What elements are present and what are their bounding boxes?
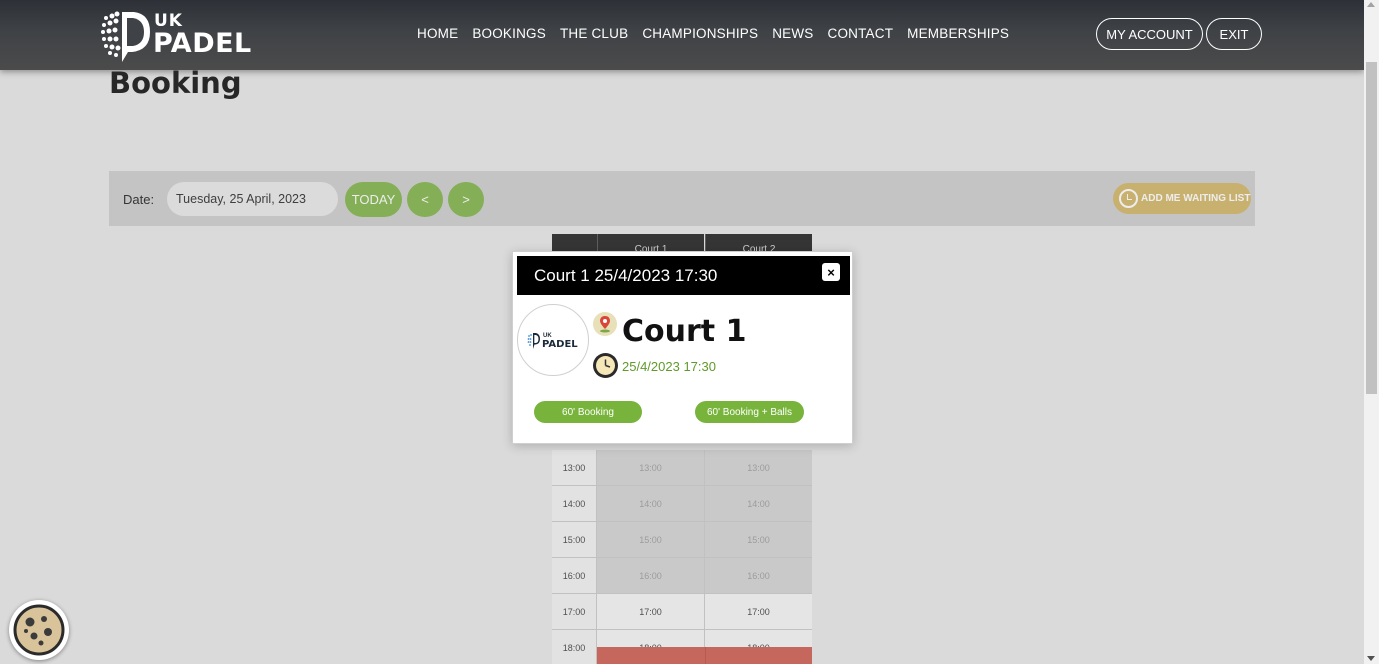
- nav-the-club[interactable]: THE CLUB: [560, 26, 628, 41]
- scrollbar-thumb[interactable]: [1366, 62, 1377, 394]
- club-logo: UK PADEL: [517, 304, 589, 376]
- slot-cell-available[interactable]: 17:00: [705, 594, 812, 630]
- booking-modal: Court 1 25/4/2023 17:30 × UK PADEL Court…: [512, 251, 853, 444]
- booked-slot-court-2: [705, 647, 812, 664]
- logo-padel-text: PADEL: [153, 28, 252, 59]
- today-button[interactable]: TODAY: [345, 182, 402, 217]
- time-cell: 15:00: [552, 522, 597, 558]
- nav-contact[interactable]: CONTACT: [828, 26, 894, 41]
- scroll-up-icon[interactable]: [1367, 2, 1375, 7]
- slot-cell-available[interactable]: 17:00: [597, 594, 705, 630]
- nav-bookings[interactable]: BOOKINGS: [472, 26, 546, 41]
- time-cell: 17:00: [552, 594, 597, 630]
- booking-60-balls-button[interactable]: 60' Booking + Balls: [695, 401, 804, 423]
- modal-title: Court 1 25/4/2023 17:30: [534, 265, 718, 285]
- table-row: 14:00 14:00 14:00: [552, 486, 812, 522]
- nav-memberships[interactable]: MEMBERSHIPS: [907, 26, 1009, 41]
- uk-padel-logo[interactable]: UK PADEL: [100, 8, 260, 64]
- close-icon[interactable]: ×: [822, 263, 840, 281]
- table-row: 17:00 17:00 17:00: [552, 594, 812, 630]
- table-row: 13:00 13:00 13:00: [552, 450, 812, 486]
- slot-cell: 13:00: [597, 450, 705, 486]
- slot-cell: 14:00: [597, 486, 705, 522]
- clock-icon: [593, 353, 618, 378]
- table-row: 15:00 15:00 15:00: [552, 522, 812, 558]
- padel-logo-mark-icon: [101, 11, 150, 62]
- club-logo-padel-text: PADEL: [542, 339, 578, 350]
- slot-cell: 16:00: [705, 558, 812, 594]
- page-title: Booking: [109, 66, 242, 100]
- booked-slot-court-1: [597, 647, 705, 664]
- date-label: Date:: [123, 192, 155, 207]
- nav-home[interactable]: HOME: [417, 26, 458, 41]
- nav-news[interactable]: NEWS: [772, 26, 813, 41]
- clock-icon: [1119, 189, 1138, 208]
- time-cell: 16:00: [552, 558, 597, 594]
- next-day-button[interactable]: >: [448, 182, 484, 217]
- slot-cell: 16:00: [597, 558, 705, 594]
- waiting-list-label: ADD ME WAITING LIST: [1141, 193, 1251, 204]
- padel-logo-mark-icon: [527, 333, 540, 349]
- main-nav: HOME BOOKINGS THE CLUB CHAMPIONSHIPS NEW…: [417, 26, 1009, 41]
- time-cell: 14:00: [552, 486, 597, 522]
- cookie-settings-button[interactable]: [9, 600, 69, 660]
- site-header: UK PADEL HOME BOOKINGS THE CLUB CHAMPION…: [0, 0, 1364, 70]
- scroll-down-icon[interactable]: [1367, 656, 1375, 661]
- booking-toolbar: Date: TODAY < > ADD ME WAITING LIST: [109, 171, 1255, 226]
- page-scrollbar[interactable]: [1364, 0, 1379, 664]
- exit-button[interactable]: EXIT: [1206, 18, 1262, 50]
- modal-header: Court 1 25/4/2023 17:30: [517, 256, 850, 295]
- court-name: Court 1: [622, 314, 747, 349]
- my-account-button[interactable]: MY ACCOUNT: [1096, 18, 1203, 50]
- add-me-waiting-list-button[interactable]: ADD ME WAITING LIST: [1113, 183, 1251, 214]
- location-pin-icon: [593, 312, 617, 336]
- time-cell: 18:00: [552, 630, 597, 664]
- slot-cell: 13:00: [705, 450, 812, 486]
- booking-60-button[interactable]: 60' Booking: [534, 401, 642, 423]
- cookie-icon: [13, 604, 65, 656]
- nav-championships[interactable]: CHAMPIONSHIPS: [642, 26, 758, 41]
- previous-day-button[interactable]: <: [407, 182, 443, 217]
- slot-cell: 15:00: [705, 522, 812, 558]
- court-datetime: 25/4/2023 17:30: [622, 359, 716, 374]
- slot-cell: 15:00: [597, 522, 705, 558]
- time-cell: 13:00: [552, 450, 597, 486]
- table-row: 18:00 18:00 18:00: [552, 630, 812, 664]
- table-row: 16:00 16:00 16:00: [552, 558, 812, 594]
- slot-cell: 14:00: [705, 486, 812, 522]
- date-input[interactable]: [167, 182, 338, 216]
